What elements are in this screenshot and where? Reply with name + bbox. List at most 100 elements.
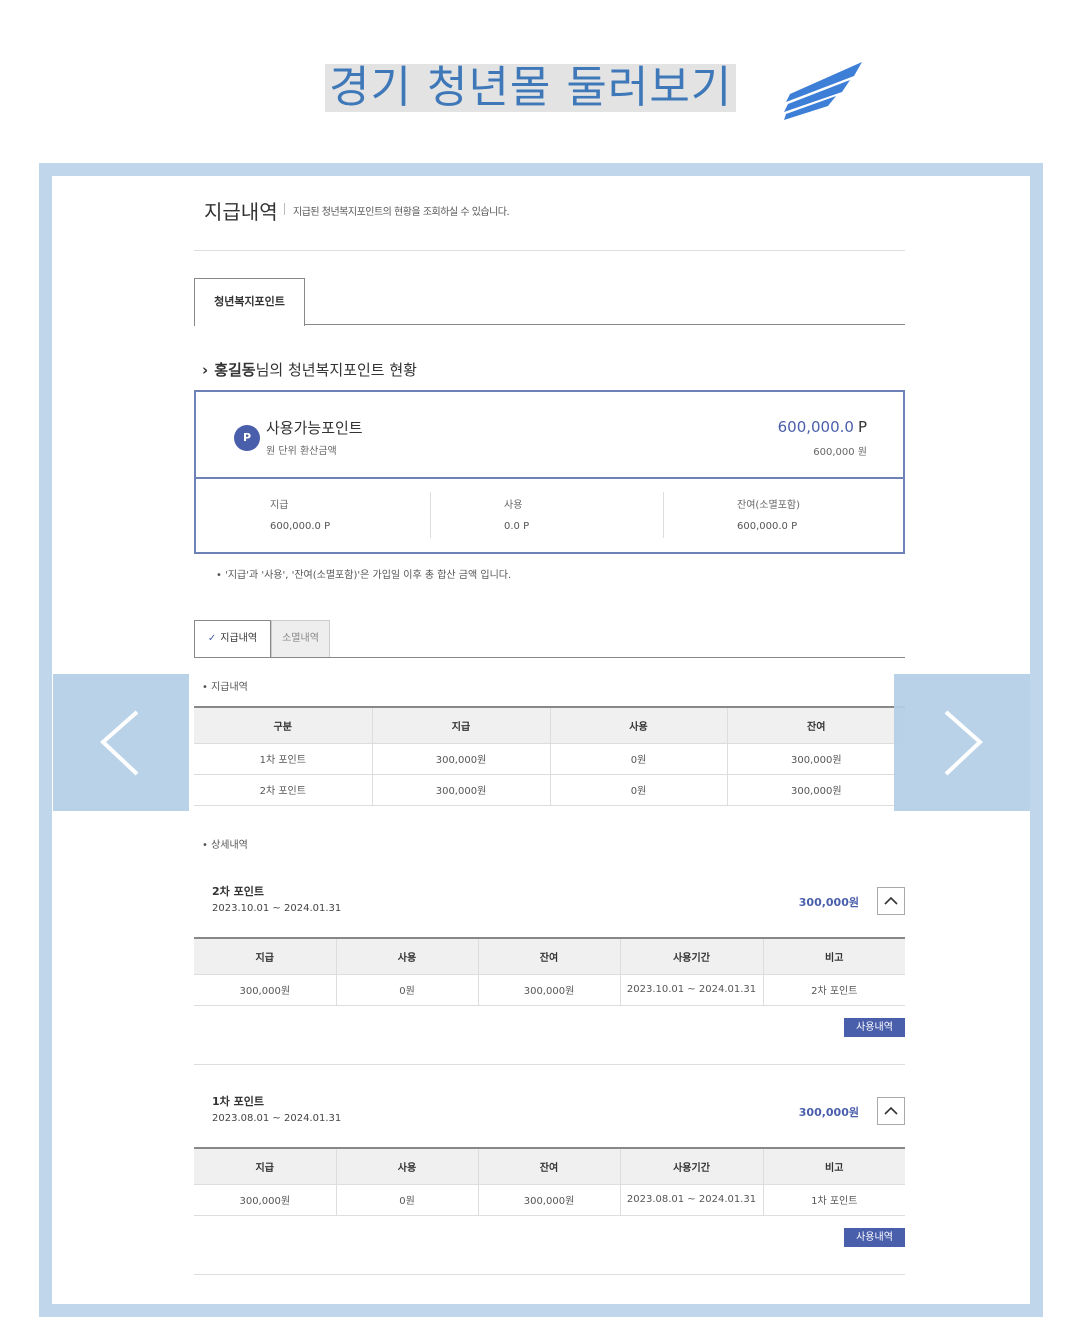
table-row: 1차 포인트 300,000원 0원 300,000원: [194, 743, 905, 775]
stat-divider: [663, 492, 664, 538]
user-name: 홍길동: [214, 361, 256, 379]
detail-name: 2차 포인트: [212, 885, 264, 898]
detail-table: 지급 사용 잔여 사용기간 비고 300,000원 0원 300,000원 20…: [194, 1147, 905, 1216]
table-cell: 0원: [336, 1184, 479, 1216]
table-cell: 300,000원: [727, 774, 905, 806]
column-header: 잔여: [478, 1148, 621, 1185]
column-header: 사용: [550, 707, 728, 744]
detail-table: 지급 사용 잔여 사용기간 비고 300,000원 0원 300,000원 20…: [194, 937, 905, 1006]
available-points-value: 600,000.0 P: [778, 418, 867, 436]
detail-amount: 300,000원: [798, 1106, 859, 1119]
column-header: 지급: [372, 707, 551, 744]
table-cell: 300,000원: [478, 974, 621, 1006]
column-header: 지급: [194, 1148, 337, 1185]
tab-label: 지급내역: [220, 633, 258, 644]
table-cell: 300,000원: [372, 743, 551, 775]
page-title: 지급내역: [204, 200, 278, 224]
column-header: 사용: [336, 1148, 479, 1185]
column-header: 구분: [194, 707, 373, 744]
detail-amount: 300,000원: [798, 896, 859, 909]
column-header: 사용: [336, 938, 479, 975]
column-header: 사용기간: [620, 1148, 764, 1185]
content-area: 지급내역 지급된 청년복지포인트의 현황을 조회하실 수 있습니다. 청년복지포…: [194, 176, 905, 1304]
table-cell: 300,000원: [727, 743, 905, 775]
stat-value: 600,000.0 P: [270, 521, 331, 532]
chevron-up-icon[interactable]: [877, 1097, 905, 1125]
subtab-underline: [194, 657, 905, 658]
won-conversion-value: 600,000 원: [813, 447, 867, 458]
table-row: 2차 포인트 300,000원 0원 300,000원: [194, 774, 905, 806]
chevron-right-icon: [944, 710, 983, 776]
carousel-prev-button[interactable]: [53, 674, 189, 811]
stat-label: 사용: [504, 500, 523, 511]
column-header: 사용기간: [620, 938, 764, 975]
page-description: 지급된 청년복지포인트의 현황을 조회하실 수 있습니다.: [293, 207, 510, 218]
table-cell: 2차 포인트: [194, 774, 373, 806]
detail-period: 2023.08.01 ~ 2024.01.31: [212, 1113, 342, 1124]
column-header: 지급: [194, 938, 337, 975]
stat-value: 600,000.0 P: [737, 521, 798, 532]
table-cell: 0원: [336, 974, 479, 1006]
check-icon: ✓: [207, 633, 217, 644]
column-header: 비고: [763, 938, 905, 975]
stat-remaining: 잔여(소멸포함) 600,000.0 P: [737, 496, 800, 532]
stat-label: 지급: [270, 500, 289, 511]
screenshot-panel: 지급내역 지급된 청년복지포인트의 현황을 조회하실 수 있습니다. 청년복지포…: [52, 176, 1030, 1304]
tab-expiry-history[interactable]: 소멸내역: [271, 620, 330, 657]
available-points-row: P 사용가능포인트 원 단위 환산금액 600,000.0 P 600,000 원: [196, 392, 903, 479]
points-amount: 600,000.0: [777, 418, 854, 436]
column-header: 비고: [763, 1148, 905, 1185]
banner-title: 경기 청년몰 둘러보기: [325, 64, 737, 112]
table-cell: 300,000원: [372, 774, 551, 806]
tab-youth-welfare-points[interactable]: 청년복지포인트: [194, 278, 305, 326]
table-cell: 2023.10.01 ~ 2024.01.31: [620, 974, 764, 1006]
table-cell: 300,000원: [194, 1184, 337, 1216]
table-row: 300,000원 0원 300,000원 2023.10.01 ~ 2024.0…: [194, 974, 905, 1006]
carousel-next-button[interactable]: [894, 674, 1030, 811]
stat-value: 0.0 P: [504, 521, 530, 532]
points-note: • '지급'과 '사용', '잔여(소멸포함)'은 가입일 이후 총 합산 금액…: [216, 570, 512, 581]
wing-logo-icon: [780, 58, 866, 120]
won-conversion-label: 원 단위 환산금액: [266, 446, 337, 457]
chevron-right-small-icon: ›: [202, 361, 209, 379]
stat-label: 잔여(소멸포함): [737, 500, 801, 511]
table-cell: 1차 포인트: [194, 743, 373, 775]
stat-issued: 지급 600,000.0 P: [270, 496, 330, 532]
detail-divider: [194, 1064, 905, 1065]
detail-period: 2023.10.01 ~ 2024.01.31: [212, 903, 342, 914]
column-header: 잔여: [727, 707, 905, 744]
tab-issue-history[interactable]: ✓ 지급내역: [194, 620, 271, 657]
points-unit: P: [857, 418, 867, 436]
header-divider: [194, 250, 905, 251]
table-header-row: 지급 사용 잔여 사용기간 비고: [194, 1148, 905, 1185]
chevron-up-icon[interactable]: [877, 887, 905, 915]
table-cell: 2차 포인트: [763, 974, 905, 1006]
usage-history-button[interactable]: 사용내역: [844, 1018, 905, 1037]
table-cell: 300,000원: [194, 974, 337, 1006]
history-tabs: ✓ 지급내역 소멸내역: [194, 620, 905, 658]
table-cell: 1차 포인트: [763, 1184, 905, 1216]
table-cell: 300,000원: [478, 1184, 621, 1216]
stat-divider: [430, 492, 431, 538]
issue-summary-table: 구분 지급 사용 잔여 1차 포인트 300,000원 0원 300,000원 …: [194, 706, 905, 806]
banner: 경기 청년몰 둘러보기: [0, 58, 1080, 120]
table-cell: 2023.08.01 ~ 2024.01.31: [620, 1184, 764, 1216]
chevron-left-icon: [100, 710, 139, 776]
detail-name: 1차 포인트: [212, 1095, 264, 1108]
status-heading: › 홍길동님의 청년복지포인트 현황: [202, 359, 417, 380]
issue-history-label: • 지급내역: [202, 682, 248, 693]
table-cell: 0원: [550, 743, 728, 775]
status-heading-text: 님의 청년복지포인트 현황: [255, 361, 417, 379]
table-row: 300,000원 0원 300,000원 2023.08.01 ~ 2024.0…: [194, 1184, 905, 1216]
table-header-row: 구분 지급 사용 잔여: [194, 707, 905, 744]
column-header: 잔여: [478, 938, 621, 975]
table-cell: 0원: [550, 774, 728, 806]
points-badge-icon: P: [234, 425, 260, 451]
usage-history-button[interactable]: 사용내역: [844, 1228, 905, 1247]
stat-used: 사용 0.0 P: [504, 496, 529, 532]
points-summary-box: P 사용가능포인트 원 단위 환산금액 600,000.0 P 600,000 원…: [194, 390, 905, 554]
title-divider: [284, 203, 285, 215]
detail-history-label: • 상세내역: [202, 840, 248, 851]
table-header-row: 지급 사용 잔여 사용기간 비고: [194, 938, 905, 975]
detail-divider: [194, 1274, 905, 1275]
